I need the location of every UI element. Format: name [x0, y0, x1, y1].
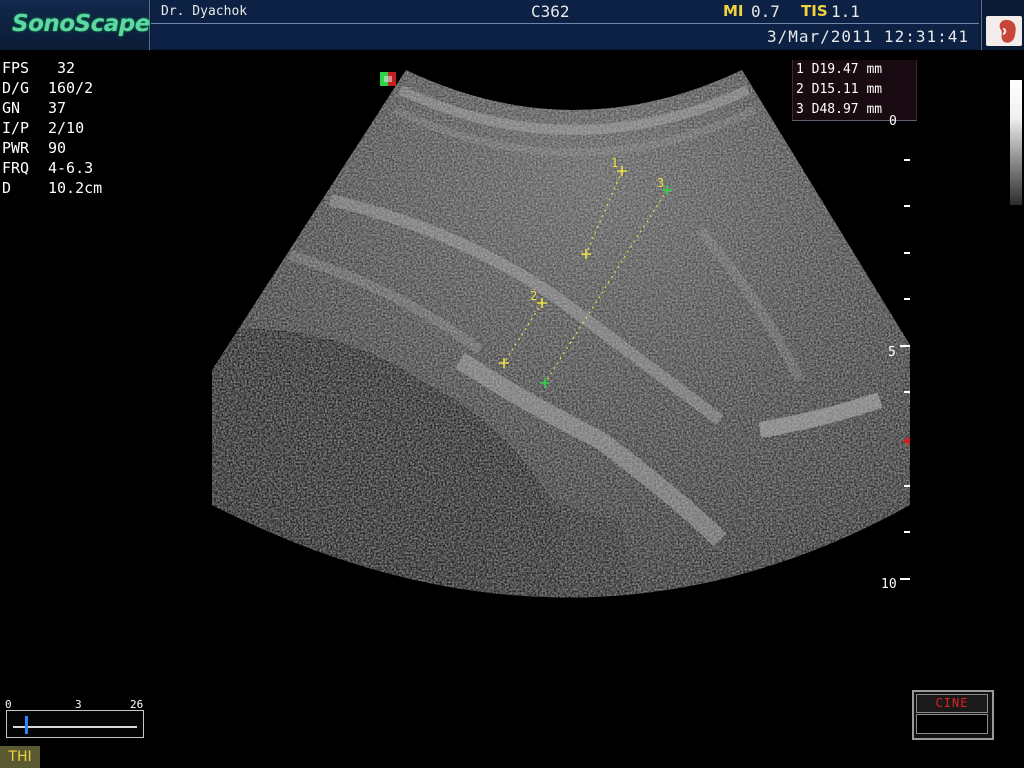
ultrasound-screen: 1 2 3 SonoScape Dr. Dyachok C362 MI 0.7 …	[0, 0, 1024, 768]
imaging-parameters: FPS 32 D/G 160/2 GN 37 I/P 2/10 PWR 90 FRQ 4-…	[2, 58, 102, 198]
mi-label: MI	[723, 2, 744, 20]
tis-value: 1.1	[831, 2, 860, 21]
param-label: D	[2, 179, 12, 197]
organ-preset-box[interactable]	[981, 0, 1024, 50]
cine-frame-slider[interactable]: 0 3 26	[4, 698, 144, 740]
slider-line	[13, 726, 137, 728]
mi-value: 0.7	[751, 2, 780, 21]
param-ip: I/P 2/10	[2, 118, 102, 138]
param-label: I/P	[2, 119, 30, 137]
depth-label-10: 10	[881, 577, 897, 592]
param-depth: D 10.2cm	[2, 178, 102, 198]
header-info-row: Dr. Dyachok C362 MI 0.7 TIS 1.1	[151, 0, 979, 24]
param-fps: FPS 32	[2, 58, 102, 78]
grayscale-bar	[1010, 80, 1022, 205]
slider-track[interactable]	[6, 710, 144, 738]
measurement-row-1: 1 D19.47 mm	[796, 62, 883, 77]
param-value: 37	[48, 99, 67, 117]
cine-control[interactable]: CINE	[912, 690, 994, 740]
param-value: 10.2cm	[48, 179, 103, 197]
param-label: GN	[2, 99, 21, 117]
orientation-marker-icon	[380, 72, 396, 86]
measurement-row-2: 2 D15.11 mm	[796, 82, 883, 97]
param-value: 160/2	[48, 79, 94, 97]
thi-badge[interactable]: THI	[0, 746, 40, 768]
operator-name: Dr. Dyachok	[161, 4, 248, 19]
param-label: FPS	[2, 59, 30, 77]
param-frequency: FRQ 4-6.3	[2, 158, 102, 178]
param-value: 90	[48, 139, 67, 157]
header-bar: SonoScape Dr. Dyachok C362 MI 0.7 TIS 1.…	[0, 0, 1024, 50]
tis-label: TIS	[801, 2, 828, 20]
param-dg: D/G 160/2	[2, 78, 102, 98]
caliper-label-1: 1	[611, 156, 618, 170]
exam-datetime: 3/Mar/2011 12:31:41	[766, 27, 969, 46]
cine-status-field	[916, 714, 988, 734]
depth-label-0: 0	[889, 114, 897, 129]
param-value: 32	[48, 59, 76, 77]
param-label: PWR	[2, 139, 30, 157]
logo-box: SonoScape	[0, 0, 150, 50]
caliper-label-3: 3	[657, 176, 664, 190]
param-label: D/G	[2, 79, 30, 97]
header-date-row: 3/Mar/2011 12:31:41	[151, 24, 979, 49]
param-value: 4-6.3	[48, 159, 94, 177]
brand-logo: SonoScape	[12, 11, 150, 37]
slider-thumb[interactable]	[25, 716, 28, 734]
measurement-row-3: 3 D48.97 mm	[796, 102, 883, 117]
caliper-label-2: 2	[530, 289, 537, 303]
scan-sector	[212, 70, 910, 598]
cine-label[interactable]: CINE	[916, 694, 988, 713]
kidney-icon[interactable]	[986, 16, 1022, 46]
probe-name: C362	[531, 2, 570, 21]
param-gain: GN 37	[2, 98, 102, 118]
param-value: 2/10	[48, 119, 85, 137]
depth-label-5: 5	[888, 345, 896, 360]
param-label: FRQ	[2, 159, 30, 177]
param-power: PWR 90	[2, 138, 102, 158]
measurement-results: 1 D19.47 mm 2 D15.11 mm 3 D48.97 mm	[792, 60, 917, 121]
